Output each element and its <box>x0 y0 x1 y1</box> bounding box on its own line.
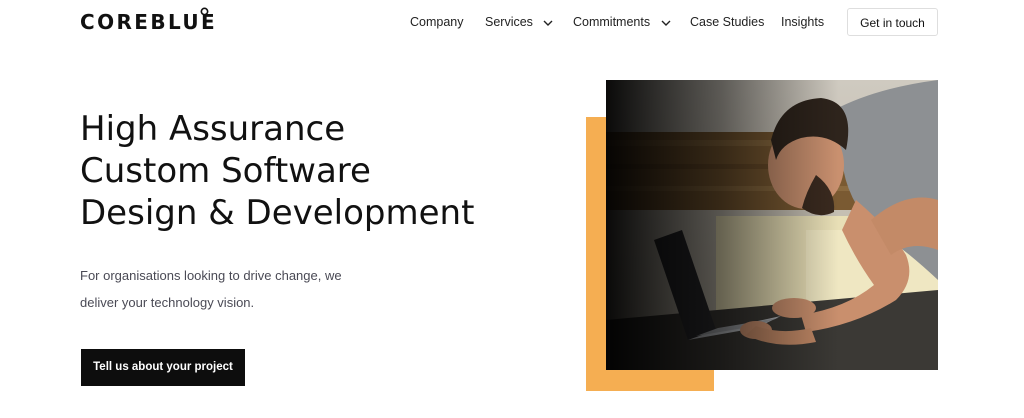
nav-item-commitments[interactable]: Commitments <box>573 14 672 30</box>
chevron-down-icon <box>661 20 671 26</box>
hero-title: High Assurance Custom Software Design & … <box>80 108 540 234</box>
hero-subtitle: For organisations looking to drive chang… <box>80 262 400 316</box>
hero-subtitle-line: For organisations looking to drive chang… <box>80 268 342 283</box>
nav-item-case-studies[interactable]: Case Studies <box>690 14 764 30</box>
tell-us-about-project-button[interactable]: Tell us about your project <box>81 349 245 386</box>
hero-subtitle-line: deliver your technology vision. <box>80 295 255 310</box>
nav-item-label: Case Studies <box>690 15 765 29</box>
nav-item-insights[interactable]: Insights <box>781 14 824 30</box>
chevron-down-icon <box>543 20 553 26</box>
hero-title-line: Design & Development <box>80 193 475 233</box>
brand-logo[interactable]: COREBLUE <box>80 10 217 34</box>
hero-photo-illustration <box>606 80 938 370</box>
nav-item-label: Services <box>485 15 533 29</box>
nav-item-label: Insights <box>781 15 825 29</box>
get-in-touch-button[interactable]: Get in touch <box>847 8 938 36</box>
site-header: COREBLUE Company Services Commitments Ca… <box>0 0 1024 44</box>
nav-item-label: Commitments <box>573 15 651 29</box>
nav-item-services[interactable]: Services <box>485 14 554 30</box>
hero-title-line: High Assurance <box>80 109 346 149</box>
nav-item-company[interactable]: Company <box>410 14 464 30</box>
nav-item-label: Company <box>410 15 464 29</box>
circle-logo-icon <box>200 7 209 16</box>
hero-photo <box>606 80 938 370</box>
hero-title-line: Custom Software <box>80 151 371 191</box>
